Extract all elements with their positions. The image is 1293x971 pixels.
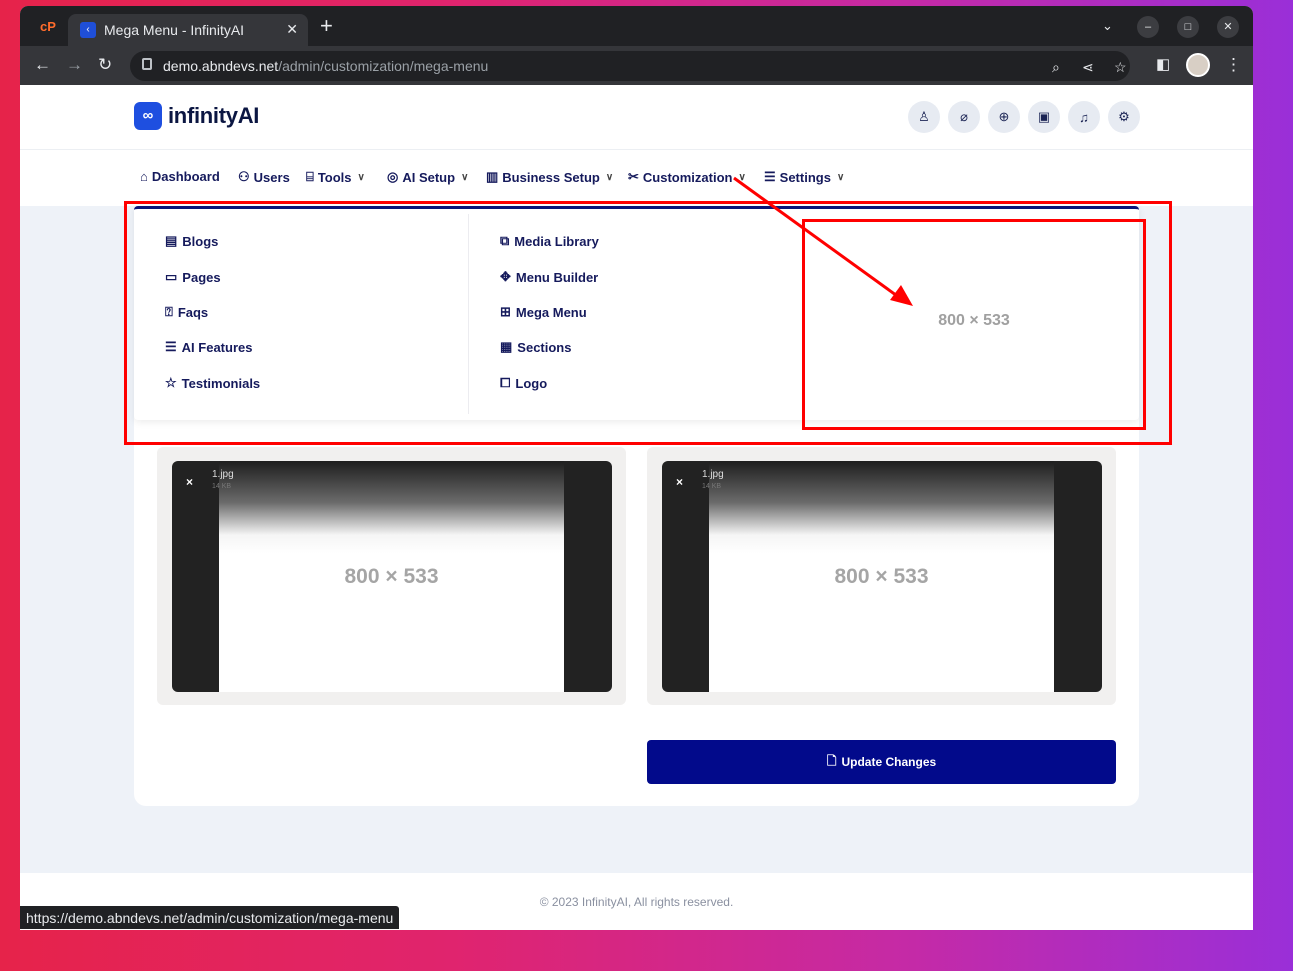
arrow-head <box>890 285 913 306</box>
arrow-line <box>733 176 901 300</box>
annotation-arrow <box>733 176 913 306</box>
